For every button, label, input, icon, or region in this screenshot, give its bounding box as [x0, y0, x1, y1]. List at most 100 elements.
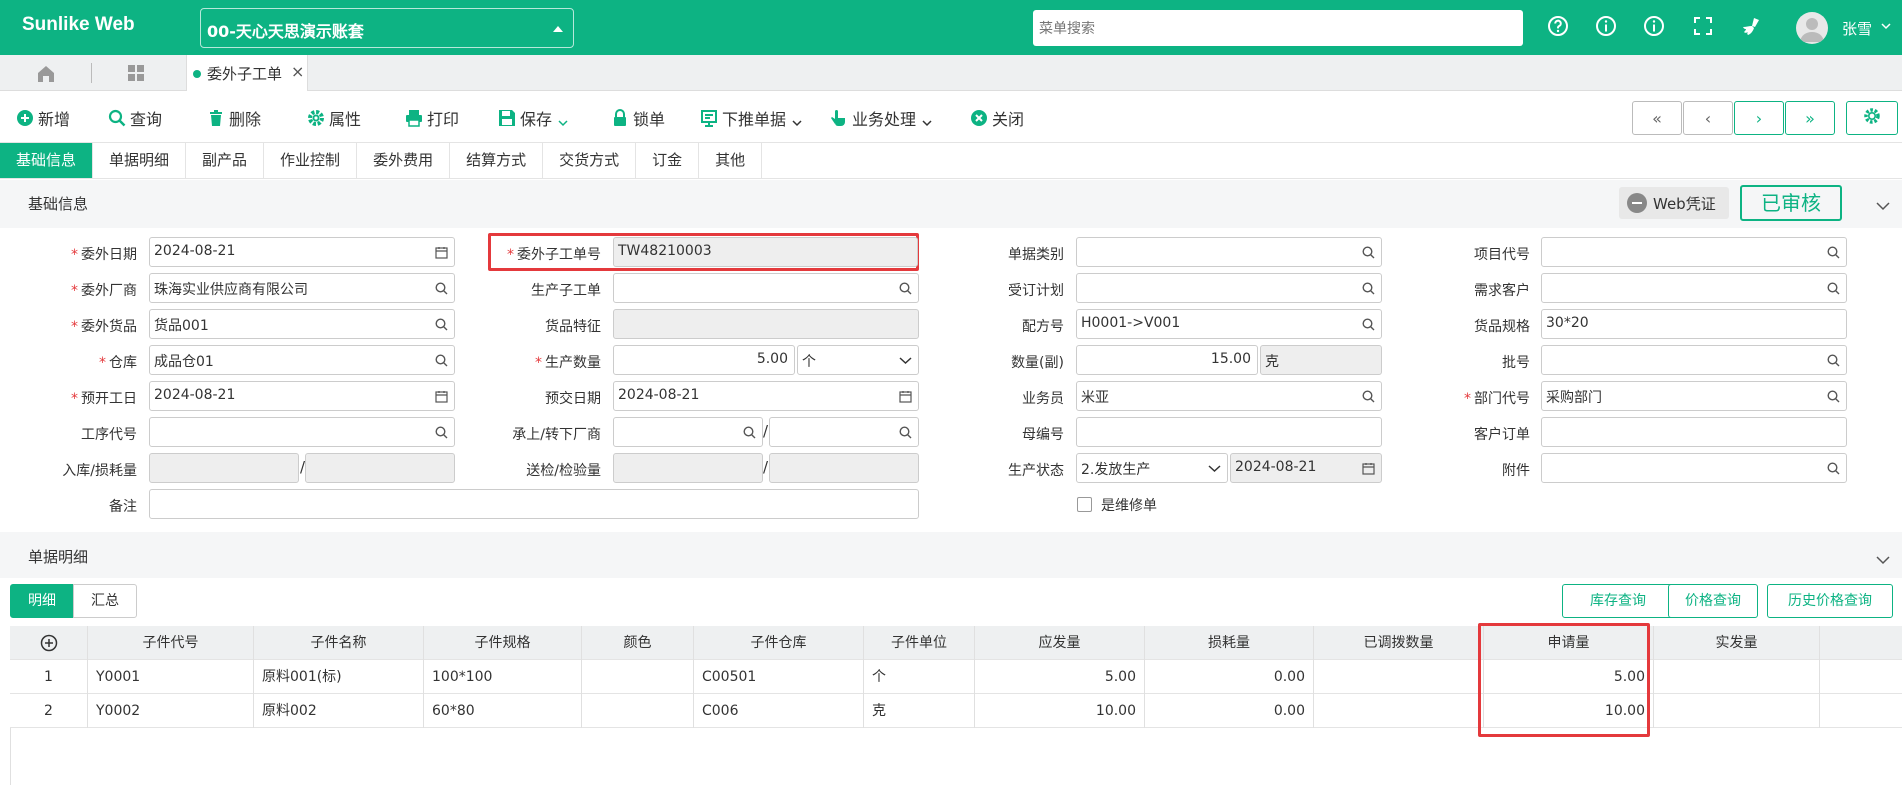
cell-loss[interactable]: 0.00: [1145, 694, 1314, 728]
search-icon[interactable]: [899, 426, 912, 439]
cell-actual[interactable]: [1654, 694, 1820, 728]
search-icon[interactable]: [1827, 390, 1840, 403]
cell-warehouse[interactable]: C006: [694, 694, 864, 728]
goods-spec-field[interactable]: 30*20: [1541, 309, 1847, 339]
search-icon[interactable]: [435, 282, 448, 295]
business-button[interactable]: 业务处理: [830, 106, 932, 130]
cell-spec[interactable]: 60*80: [424, 694, 582, 728]
tab-operation-control[interactable]: 作业控制: [264, 143, 358, 178]
dept-field[interactable]: 采购部门: [1541, 381, 1847, 411]
settings-button[interactable]: [1846, 101, 1898, 135]
cell-spec[interactable]: 100*100: [424, 660, 582, 694]
plan-start-field[interactable]: 2024-08-21: [149, 381, 455, 411]
close-button[interactable]: 关闭: [970, 106, 1024, 130]
chevron-down-icon[interactable]: [1876, 199, 1890, 211]
customer-order-field[interactable]: [1541, 417, 1847, 447]
chevron-down-icon[interactable]: [558, 113, 568, 127]
cell-loss[interactable]: 0.00: [1145, 660, 1314, 694]
cell-required[interactable]: 10.00: [975, 694, 1145, 728]
chevron-down-icon[interactable]: [1876, 20, 1896, 34]
delete-button[interactable]: 删除: [207, 106, 261, 130]
tab-deposit[interactable]: 订金: [636, 143, 700, 178]
apps-grid-icon[interactable]: [116, 63, 156, 85]
outsource-date-field[interactable]: 2024-08-21: [149, 237, 455, 267]
batch-field[interactable]: [1541, 345, 1847, 375]
lock-button[interactable]: 锁单: [611, 106, 665, 130]
search-icon[interactable]: [1827, 282, 1840, 295]
cell-actual[interactable]: [1654, 660, 1820, 694]
prod-suborder-field[interactable]: [613, 273, 919, 303]
home-icon[interactable]: [26, 63, 66, 85]
tab-doc-detail[interactable]: 单据明细: [93, 143, 187, 178]
project-field[interactable]: [1541, 237, 1847, 267]
prev-record-button[interactable]: ‹: [1683, 101, 1733, 135]
calendar-icon[interactable]: [435, 390, 448, 403]
cell-warehouse[interactable]: C00501: [694, 660, 864, 694]
save-button[interactable]: 保存: [498, 106, 568, 130]
search-icon[interactable]: [435, 426, 448, 439]
next-record-button[interactable]: ›: [1734, 101, 1784, 135]
tab-outsource-fee[interactable]: 委外费用: [357, 143, 451, 178]
chevron-down-icon[interactable]: [922, 113, 932, 127]
cell-code[interactable]: Y0001: [88, 660, 254, 694]
help-icon[interactable]: [1547, 15, 1569, 37]
prod-unit-select[interactable]: 个: [797, 345, 919, 375]
properties-button[interactable]: 属性: [307, 106, 361, 130]
search-icon[interactable]: [1827, 354, 1840, 367]
close-icon[interactable]: ×: [291, 62, 304, 81]
subtab-summary[interactable]: 汇总: [73, 584, 137, 618]
tab-delivery[interactable]: 交货方式: [543, 143, 637, 178]
web-voucher-button[interactable]: Web凭证: [1619, 187, 1729, 219]
cell-unit[interactable]: 个: [864, 660, 975, 694]
query-button[interactable]: 查询: [108, 106, 162, 130]
formula-field[interactable]: H0001->V001: [1076, 309, 1382, 339]
search-icon[interactable]: [1362, 390, 1375, 403]
cell-unit[interactable]: 克: [864, 694, 975, 728]
outsource-goods-field[interactable]: 货品001: [149, 309, 455, 339]
tab-outsource-suborder[interactable]: 委外子工单 ×: [186, 55, 308, 91]
fullscreen-icon[interactable]: [1692, 15, 1714, 37]
cell-transferred[interactable]: [1314, 660, 1484, 694]
search-icon[interactable]: [435, 318, 448, 331]
downstream-vendor-field[interactable]: [769, 417, 919, 447]
new-button[interactable]: 新增: [16, 106, 70, 130]
cell-color[interactable]: [582, 694, 694, 728]
cell-code[interactable]: Y0002: [88, 694, 254, 728]
search-icon[interactable]: [435, 354, 448, 367]
remark-field[interactable]: [149, 489, 919, 519]
outsource-vendor-field[interactable]: 珠海实业供应商有限公司: [149, 273, 455, 303]
stock-query-button[interactable]: 库存查询: [1562, 584, 1674, 618]
chevron-down-icon[interactable]: [1876, 553, 1890, 565]
last-record-button[interactable]: »: [1785, 101, 1835, 135]
search-icon[interactable]: [1362, 318, 1375, 331]
user-avatar[interactable]: [1796, 12, 1828, 44]
account-selector[interactable]: 00-天心天思演示账套: [200, 8, 574, 48]
push-down-button[interactable]: 下推单据: [700, 106, 802, 130]
calendar-icon[interactable]: [435, 246, 448, 259]
attachment-field[interactable]: [1541, 453, 1847, 483]
process-code-field[interactable]: [149, 417, 455, 447]
cell-name[interactable]: 原料001(标): [254, 660, 424, 694]
cell-color[interactable]: [582, 660, 694, 694]
menu-search-input[interactable]: [1033, 10, 1523, 46]
chevron-down-icon[interactable]: [899, 354, 912, 367]
parent-no-field[interactable]: [1076, 417, 1382, 447]
doc-type-field[interactable]: [1076, 237, 1382, 267]
repair-checkbox[interactable]: [1077, 497, 1092, 512]
print-button[interactable]: 打印: [405, 106, 459, 130]
prod-qty-field[interactable]: 5.00: [613, 345, 795, 375]
history-price-query-button[interactable]: 历史价格查询: [1767, 584, 1893, 618]
upstream-vendor-field[interactable]: [613, 417, 763, 447]
chevron-down-icon[interactable]: [1208, 462, 1221, 475]
prod-status-select[interactable]: 2.发放生产: [1076, 453, 1228, 483]
info-icon[interactable]: [1595, 15, 1617, 37]
subtab-detail[interactable]: 明细: [10, 584, 74, 618]
search-icon[interactable]: [1827, 462, 1840, 475]
salesman-field[interactable]: 米亚: [1076, 381, 1382, 411]
search-icon[interactable]: [743, 426, 756, 439]
clean-icon[interactable]: [1740, 15, 1762, 37]
first-record-button[interactable]: «: [1632, 101, 1682, 135]
tab-other[interactable]: 其他: [699, 143, 763, 178]
tab-basic-info[interactable]: 基础信息: [0, 143, 94, 178]
search-icon[interactable]: [1362, 246, 1375, 259]
